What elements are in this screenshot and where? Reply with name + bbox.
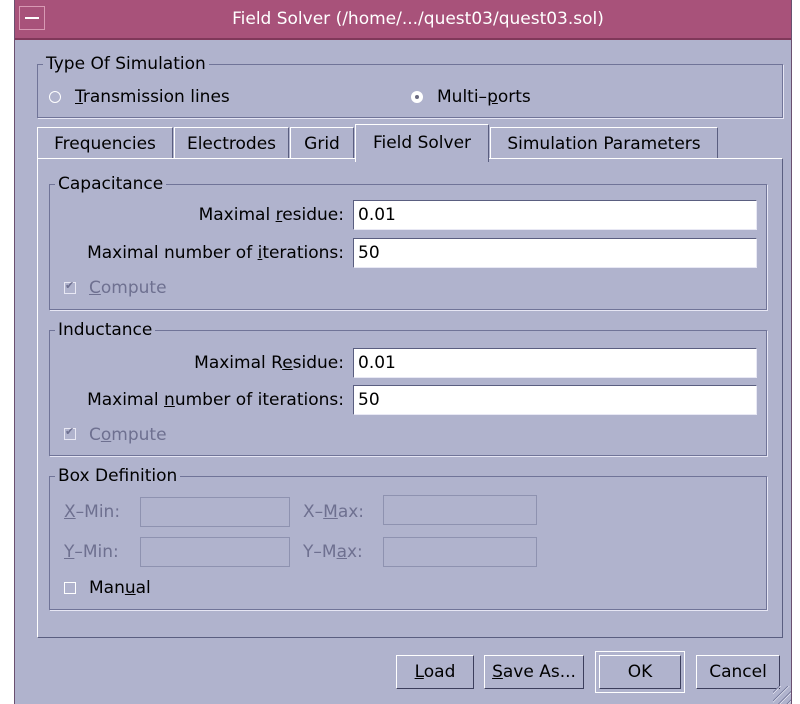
ymin-label: Y–Min: — [64, 542, 119, 562]
load-button[interactable]: Load — [396, 655, 474, 689]
ind-compute-checkbox[interactable] — [64, 425, 76, 440]
tab-label: Electrodes — [186, 134, 277, 154]
save-as-button[interactable]: Save As... — [484, 655, 584, 689]
xmax-label: X–Max: — [303, 502, 365, 522]
ymax-input[interactable] — [383, 537, 537, 567]
cap-compute-checkbox[interactable] — [64, 279, 76, 294]
xmin-label: X–Min: — [64, 502, 121, 522]
cap-iterations-label: Maximal number of iterations: — [87, 243, 344, 263]
resize-grip-icon[interactable] — [773, 686, 791, 704]
ind-compute-label[interactable]: Compute — [89, 420, 167, 450]
ymax-label: Y–Max: — [303, 542, 363, 562]
cap-iterations-input[interactable]: 50 — [353, 238, 757, 268]
radio-multi-ports-label: orts — [497, 87, 531, 107]
tab-frequencies[interactable]: Frequencies — [37, 127, 173, 159]
xmin-input[interactable] — [140, 497, 290, 527]
ind-iterations-label: Maximal number of iterations: — [87, 390, 344, 410]
window-title: Field Solver (/home/.../quest03/quest03.… — [232, 9, 604, 29]
cap-residue-label: Maximal residue: — [198, 205, 344, 225]
tab-label: Simulation Parameters — [507, 134, 701, 154]
ind-residue-label: Maximal Residue: — [194, 353, 344, 373]
radio-multi-ports[interactable]: Multi–ports — [411, 86, 591, 108]
field-solver-dialog: Field Solver (/home/.../quest03/quest03.… — [14, 0, 792, 704]
cap-residue-input[interactable]: 0.01 — [353, 200, 757, 230]
tab-electrodes[interactable]: Electrodes — [174, 127, 289, 159]
manual-checkbox[interactable] — [64, 582, 76, 594]
tab-field-solver[interactable]: Field Solver — [355, 124, 489, 162]
ind-residue-input[interactable]: 0.01 — [353, 348, 757, 378]
cap-compute-label[interactable]: Compute — [89, 273, 167, 303]
capacitance-legend: Capacitance — [55, 174, 167, 194]
mnemonic: T — [75, 87, 83, 107]
xmax-input[interactable] — [383, 495, 537, 525]
radio-multi-ports-prefix: Multi– — [437, 87, 488, 107]
ymin-input[interactable] — [140, 537, 290, 567]
manual-label[interactable]: Manual — [89, 573, 151, 603]
radio-icon — [411, 91, 423, 103]
tab-simulation-parameters[interactable]: Simulation Parameters — [490, 127, 718, 159]
ok-button[interactable]: OK — [595, 651, 685, 693]
tab-grid[interactable]: Grid — [290, 127, 354, 159]
tab-label: Frequencies — [54, 134, 156, 154]
box-definition-legend: Box Definition — [55, 466, 181, 486]
inductance-legend: Inductance — [55, 320, 156, 340]
cancel-button[interactable]: Cancel — [696, 655, 780, 689]
simulation-type-legend: Type Of Simulation — [43, 54, 209, 74]
tab-label: Field Solver — [372, 133, 472, 153]
ind-iterations-input[interactable]: 50 — [353, 385, 757, 415]
tab-label: Grid — [304, 134, 340, 154]
title-bar[interactable]: Field Solver (/home/.../quest03/quest03.… — [15, 0, 791, 40]
window-menu-icon[interactable] — [19, 6, 45, 30]
radio-transmission-lines-label: ransmission lines — [82, 87, 230, 107]
radio-transmission-lines[interactable]: Transmission lines — [49, 86, 309, 108]
mnemonic: p — [487, 87, 498, 107]
radio-icon — [49, 91, 61, 103]
